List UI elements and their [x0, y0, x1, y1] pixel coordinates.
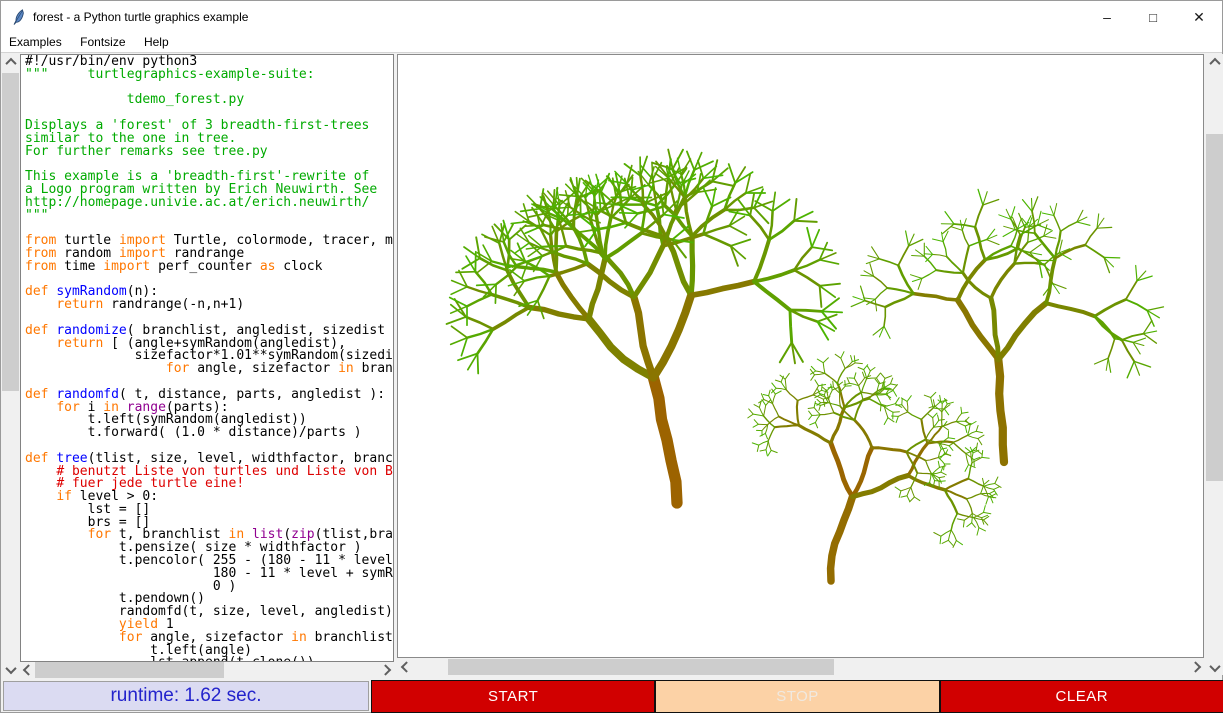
canvas-hscroll-thumb[interactable]	[448, 659, 834, 675]
tree-center-tree	[748, 352, 1001, 581]
close-icon[interactable]: ✕	[1176, 1, 1222, 33]
code-vertical-scrollbar[interactable]	[2, 54, 19, 677]
runtime-status: runtime: 1.62 sec.	[3, 681, 369, 711]
tree-left-tree	[447, 150, 843, 504]
code-horizontal-scrollbar[interactable]	[19, 662, 394, 678]
maximize-icon[interactable]: □	[1130, 1, 1176, 33]
menu-examples[interactable]: Examples	[2, 33, 69, 53]
code-hscroll-thumb[interactable]	[35, 662, 224, 678]
menu-help[interactable]: Help	[137, 33, 176, 53]
turtle-canvas	[397, 54, 1204, 658]
runtime-status-text: runtime: 1.62 sec.	[110, 685, 261, 707]
scroll-right-icon[interactable]	[1189, 659, 1204, 675]
menu-bar: Examples Fontsize Help	[1, 33, 1222, 53]
code-line: for angle, sizefactor in branchlist ]	[25, 363, 394, 376]
menu-fontsize[interactable]: Fontsize	[73, 33, 132, 53]
scroll-left-icon[interactable]	[19, 662, 34, 678]
scroll-up-icon[interactable]	[1206, 54, 1223, 69]
code-line: from time import perf_counter as clock	[25, 261, 394, 274]
tree-right-tree	[851, 189, 1163, 462]
scroll-right-icon[interactable]	[379, 662, 394, 678]
title-bar: forest - a Python turtle graphics exampl…	[1, 1, 1222, 33]
stop-button[interactable]: STOP	[655, 680, 939, 713]
code-viewer[interactable]: #!/usr/bin/env python3""" turtlegraphics…	[20, 54, 394, 662]
code-text: #!/usr/bin/env python3""" turtlegraphics…	[25, 56, 394, 662]
minimize-icon[interactable]: –	[1084, 1, 1130, 33]
scroll-left-icon[interactable]	[397, 659, 412, 675]
canvas-horizontal-scrollbar[interactable]	[397, 659, 1204, 675]
code-line: For further remarks see tree.py	[25, 146, 394, 159]
code-line: t.forward( (1.0 * distance)/parts )	[25, 427, 394, 440]
scroll-down-icon[interactable]	[1206, 660, 1223, 675]
code-vscroll-thumb[interactable]	[2, 73, 19, 391]
canvas-vscroll-thumb[interactable]	[1206, 134, 1223, 481]
code-line: """	[25, 210, 394, 223]
canvas-vertical-scrollbar[interactable]	[1206, 54, 1223, 675]
scroll-down-icon[interactable]	[2, 662, 19, 677]
window-title: forest - a Python turtle graphics exampl…	[33, 1, 248, 33]
clear-button[interactable]: CLEAR	[940, 680, 1223, 713]
code-line: """ turtlegraphics-example-suite:	[25, 69, 394, 82]
scroll-up-icon[interactable]	[2, 54, 19, 69]
forest-drawing	[398, 55, 1203, 657]
tk-feather-icon	[11, 9, 26, 26]
control-buttons: START STOP CLEAR	[371, 680, 1223, 713]
code-line: tdemo_forest.py	[25, 94, 394, 107]
app-window: forest - a Python turtle graphics exampl…	[0, 0, 1223, 713]
code-line: return randrange(-n,n+1)	[25, 299, 394, 312]
start-button[interactable]: START	[371, 680, 655, 713]
code-line: http://homepage.univie.ac.at/erich.neuwi…	[25, 197, 394, 210]
